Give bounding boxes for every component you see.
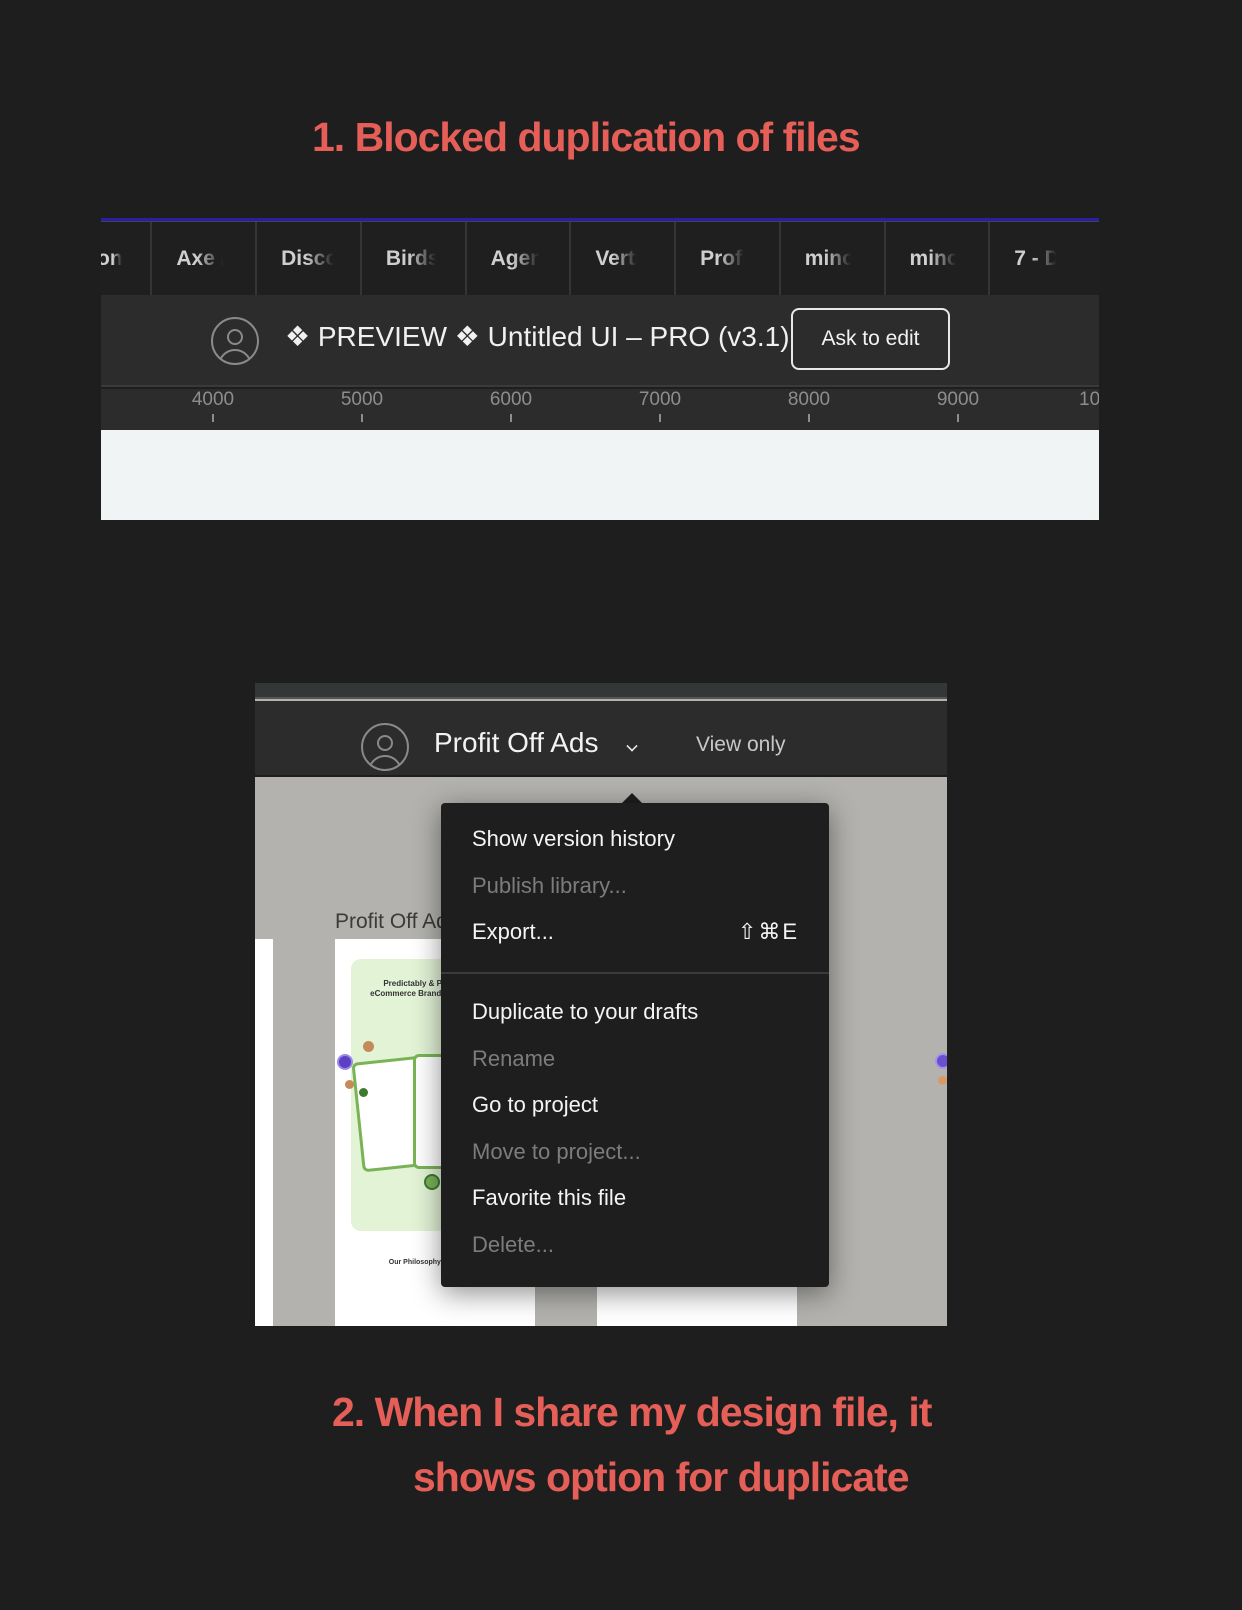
- frame-label[interactable]: Profit Off Ads: [335, 910, 458, 934]
- user-avatar-icon[interactable]: [211, 317, 259, 365]
- tab-label: Profi: [700, 246, 748, 270]
- menu-item-go-to-project[interactable]: Go to project: [472, 1085, 799, 1125]
- file-context-menu: Show version history Publish library... …: [441, 803, 829, 1287]
- file-tab[interactable]: Disco: [257, 222, 362, 295]
- tab-label: Agen: [490, 246, 544, 270]
- design-canvas[interactable]: [101, 430, 1099, 520]
- ruler-tick: 6000: [461, 389, 561, 422]
- menu-item-publish-library: Publish library...: [472, 873, 627, 898]
- tab-label: on: [101, 246, 123, 270]
- tab-label: Axe /: [176, 246, 227, 270]
- tab-label: 7 - D: [1014, 246, 1060, 270]
- menu-caret: [622, 793, 642, 803]
- figma-preview-window: on Axe / Disco Birds Agen Verti Profi mi…: [101, 218, 1099, 520]
- menu-item-rename: Rename: [472, 1046, 556, 1071]
- file-tab[interactable]: mino: [781, 222, 886, 295]
- file-tab[interactable]: mino: [886, 222, 991, 295]
- menu-item-favorite-file[interactable]: Favorite this file: [472, 1178, 799, 1218]
- coin-icon: [363, 1041, 374, 1052]
- menu-item-show-version-history[interactable]: Show version history: [472, 819, 799, 859]
- file-title-bar: Profit Off Ads View only: [255, 701, 947, 777]
- file-tab[interactable]: 7 - D: [990, 222, 1099, 295]
- menu-item-export[interactable]: Export... ⇧⌘E: [472, 912, 799, 952]
- tab-label: Verti: [595, 246, 641, 270]
- window-top-strip: [255, 683, 947, 699]
- view-only-badge: View only: [696, 733, 786, 756]
- canvas-frame[interactable]: [255, 939, 273, 1326]
- heading-blocked-duplication: 1. Blocked duplication of files: [312, 114, 861, 160]
- file-name-dropdown[interactable]: Profit Off Ads: [434, 727, 598, 759]
- tab-label: mino: [804, 246, 855, 270]
- ruler-tick: 7000: [610, 389, 710, 422]
- file-tab-bar: on Axe / Disco Birds Agen Verti Profi mi…: [101, 221, 1099, 295]
- ruler-tick: 10: [1079, 389, 1099, 410]
- tab-label: Birds: [385, 246, 440, 270]
- file-tab[interactable]: Profi: [676, 222, 781, 295]
- heading-line-1: 2. When I share my design file, it: [332, 1389, 932, 1435]
- file-tab[interactable]: Agen: [467, 222, 572, 295]
- menu-separator: [441, 972, 829, 974]
- ruler-tick: 8000: [759, 389, 859, 422]
- heading-line-2: shows option for duplicate: [413, 1454, 910, 1500]
- file-title-bar: ❖ PREVIEW ❖ Untitled UI – PRO (v3.1) Ask…: [101, 295, 1099, 387]
- coin-icon: [938, 1076, 947, 1085]
- file-tab[interactable]: on: [101, 222, 153, 295]
- user-avatar-icon[interactable]: [361, 723, 409, 771]
- coin-icon: [337, 1054, 353, 1070]
- menu-item-delete: Delete...: [472, 1232, 554, 1257]
- coin-icon: [935, 1053, 947, 1069]
- tab-label: mino: [909, 246, 960, 270]
- chevron-down-icon[interactable]: [626, 740, 638, 752]
- menu-item-duplicate-to-drafts[interactable]: Duplicate to your drafts: [472, 992, 799, 1032]
- file-tab[interactable]: Verti: [571, 222, 677, 295]
- file-tab[interactable]: Axe /: [152, 222, 258, 295]
- ruler-tick: 5000: [312, 389, 412, 422]
- dollar-coin-icon: [424, 1174, 440, 1190]
- file-tab[interactable]: Birds: [362, 222, 467, 295]
- coin-icon: [345, 1080, 354, 1089]
- file-title[interactable]: ❖ PREVIEW ❖ Untitled UI – PRO (v3.1): [285, 320, 790, 353]
- horizontal-ruler: 4000 5000 6000 7000 8000 9000 10: [101, 389, 1099, 430]
- heading-shared-file-duplicate: 2. When I share my design file, it shows…: [332, 1380, 932, 1510]
- coin-icon: [359, 1088, 368, 1097]
- menu-item-move-to-project: Move to project...: [472, 1139, 641, 1164]
- export-shortcut: ⇧⌘E: [737, 919, 799, 944]
- shared-file-window: Profit Off Ads View only Profit Off Ads …: [255, 683, 947, 1326]
- ruler-tick: 4000: [163, 389, 263, 422]
- tab-label: Disco: [281, 246, 339, 270]
- ask-to-edit-button[interactable]: Ask to edit: [791, 308, 950, 370]
- ruler-tick: 9000: [908, 389, 1008, 422]
